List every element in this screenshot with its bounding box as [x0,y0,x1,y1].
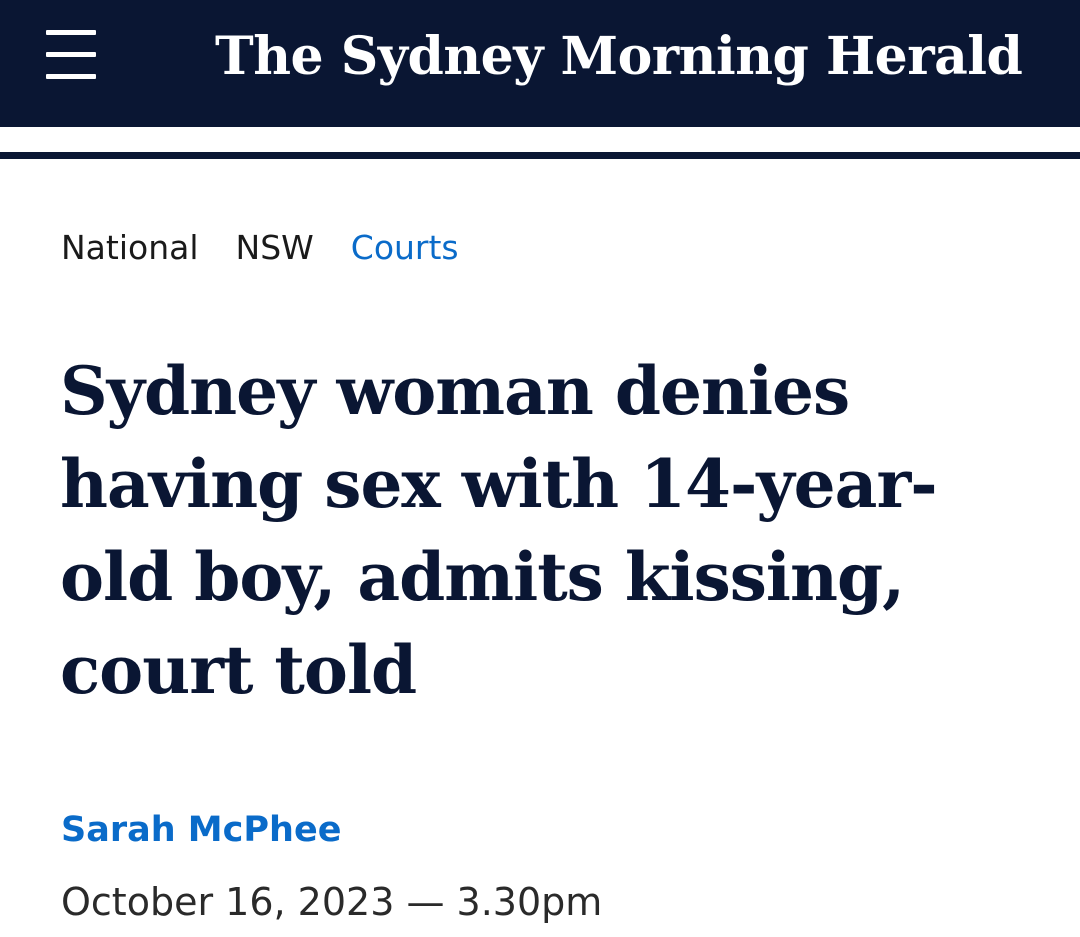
menu-bar-top [46,30,96,35]
author-link[interactable]: Sarah McPhee [61,806,341,854]
menu-bar-middle [46,52,96,57]
breadcrumb: National NSW Courts [61,226,459,270]
hamburger-menu-icon[interactable] [46,28,98,84]
article-headline: Sydney woman denies having sex with 14-y… [60,352,938,709]
masthead-divider [0,152,1080,159]
breadcrumb-item-courts[interactable]: Courts [351,226,459,270]
breadcrumb-item-national[interactable]: National [61,226,199,270]
site-logo[interactable]: The Sydney Morning Herald [215,22,1023,92]
menu-bar-bottom [46,74,96,79]
masthead: The Sydney Morning Herald [0,0,1080,127]
publish-timestamp: October 16, 2023 — 3.30pm [61,880,603,924]
breadcrumb-item-nsw[interactable]: NSW [236,226,314,270]
